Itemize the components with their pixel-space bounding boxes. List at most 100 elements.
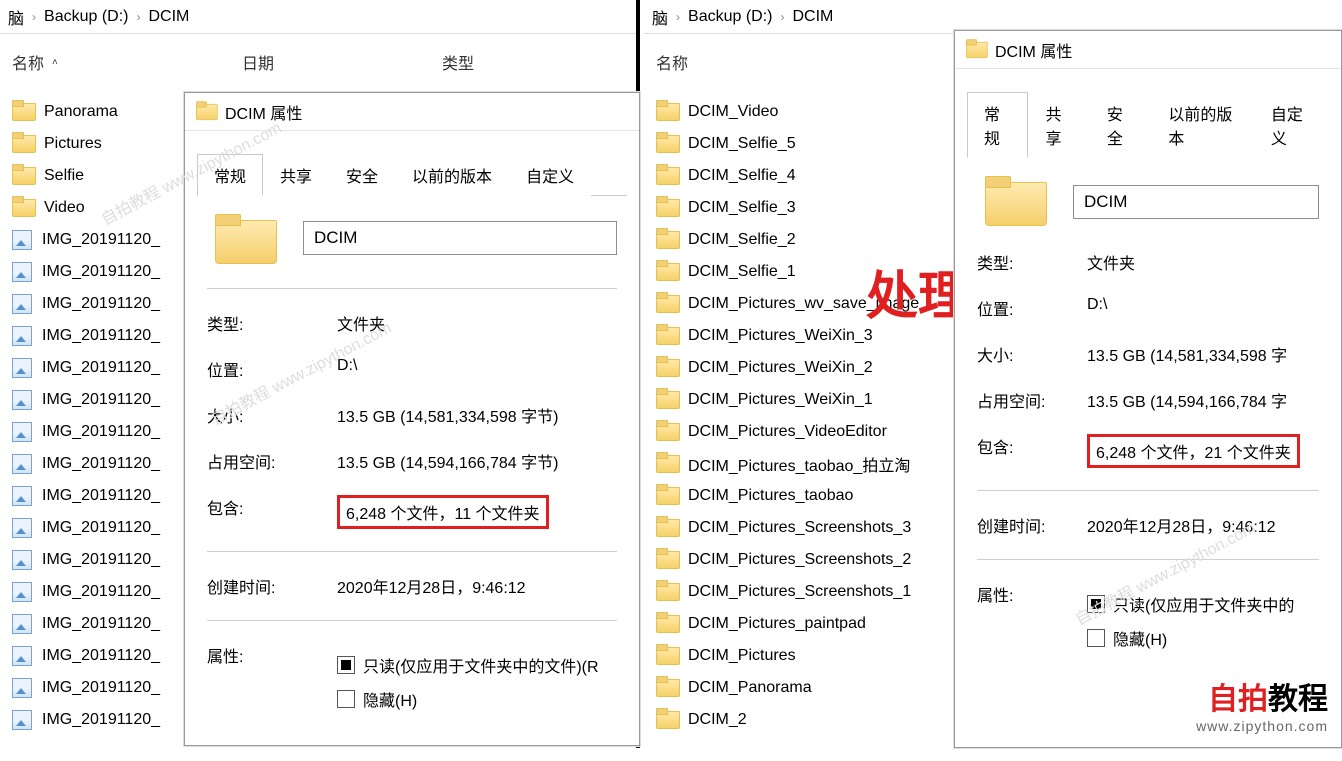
list-item[interactable]: DCIM_Selfie_3 [652, 192, 972, 224]
folder-icon [12, 199, 34, 217]
list-item[interactable]: DCIM_Pictures_WeiXin_2 [652, 352, 972, 384]
image-file-icon [12, 582, 32, 602]
list-item-label: IMG_20191120_ [42, 679, 160, 697]
list-item-label: IMG_20191120_ [42, 295, 160, 313]
list-item-label: DCIM_Selfie_5 [688, 135, 796, 153]
folder-icon [656, 455, 678, 473]
list-item-label: DCIM_Pictures_Screenshots_3 [688, 519, 911, 537]
label-attributes: 属性: [977, 582, 1087, 606]
image-file-icon [12, 230, 32, 250]
image-file-icon [12, 614, 32, 634]
list-item[interactable]: DCIM_2 [652, 704, 972, 736]
list-item[interactable]: DCIM_Selfie_4 [652, 160, 972, 192]
image-file-icon [12, 710, 32, 730]
value-created: 2020年12月28日，9:46:12 [337, 574, 617, 598]
list-item-label: DCIM_Pictures_taobao_拍立淘 [688, 452, 910, 476]
before-panel: 脑 › Backup (D:) › DCIM 名称˄ 日期 类型 Panoram… [0, 0, 640, 748]
breadcrumb-seg[interactable]: DCIM [148, 8, 189, 26]
label-created: 创建时间: [207, 574, 337, 598]
breadcrumb[interactable]: 脑 › Backup (D:) › DCIM [0, 0, 636, 34]
image-file-icon [12, 518, 32, 538]
tab-custom[interactable]: 自定义 [509, 154, 591, 196]
list-item[interactable]: DCIM_Pictures_Screenshots_3 [652, 512, 972, 544]
folder-icon [12, 167, 34, 185]
folder-icon [656, 327, 678, 345]
column-headers: 名称˄ 日期 类型 [0, 34, 636, 82]
breadcrumb-seg[interactable]: 脑 [8, 5, 24, 29]
list-item[interactable]: DCIM_Pictures_Screenshots_2 [652, 544, 972, 576]
image-file-icon [12, 294, 32, 314]
folder-icon [656, 615, 678, 633]
col-name[interactable]: 名称˄ [12, 50, 242, 74]
tab-prev[interactable]: 以前的版本 [395, 154, 509, 196]
image-file-icon [12, 326, 32, 346]
file-list: DCIM_VideoDCIM_Selfie_5DCIM_Selfie_4DCIM… [652, 96, 972, 736]
list-item[interactable]: DCIM_Selfie_2 [652, 224, 972, 256]
image-file-icon [12, 454, 32, 474]
tab-prev[interactable]: 以前的版本 [1151, 92, 1254, 158]
folder-icon [985, 176, 1045, 224]
list-item-label: DCIM_Pictures [688, 647, 796, 665]
list-item-label: IMG_20191120_ [42, 711, 160, 729]
list-item[interactable]: DCIM_Pictures_taobao [652, 480, 972, 512]
breadcrumb-seg[interactable]: 脑 [652, 5, 668, 29]
list-item[interactable]: DCIM_Pictures [652, 640, 972, 672]
col-type[interactable]: 类型 [442, 50, 474, 74]
list-item-label: IMG_20191120_ [42, 455, 160, 473]
label-ondisk: 占用空间: [977, 388, 1087, 412]
image-file-icon [12, 422, 32, 442]
tab-general[interactable]: 常规 [197, 154, 263, 196]
dialog-body: 类型:文件夹 位置:D:\ 大小:13.5 GB (14,581,334,598… [955, 158, 1341, 700]
col-name[interactable]: 名称 [656, 50, 886, 74]
breadcrumb-seg[interactable]: Backup (D:) [44, 8, 128, 26]
list-item[interactable]: DCIM_Pictures_Screenshots_1 [652, 576, 972, 608]
folder-icon [12, 135, 34, 153]
tab-share[interactable]: 共享 [263, 154, 329, 196]
value-type: 文件夹 [337, 311, 617, 335]
folder-icon [656, 423, 678, 441]
divider [207, 288, 617, 289]
list-item-label: DCIM_Selfie_1 [688, 263, 796, 281]
logo: 自拍教程 www.zipython.com [1196, 674, 1328, 734]
folder-icon [215, 214, 275, 262]
list-item-label: DCIM_Panorama [688, 679, 812, 697]
value-location: D:\ [337, 357, 617, 375]
readonly-checkbox[interactable] [1087, 595, 1105, 613]
list-item[interactable]: DCIM_Video [652, 96, 972, 128]
hidden-checkbox[interactable] [337, 690, 355, 708]
list-item[interactable]: DCIM_Pictures_VideoEditor [652, 416, 972, 448]
tab-share[interactable]: 共享 [1028, 92, 1089, 158]
col-date[interactable]: 日期 [242, 50, 442, 74]
label-size: 大小: [207, 403, 337, 427]
list-item[interactable]: DCIM_Panorama [652, 672, 972, 704]
folder-name-input[interactable] [1073, 185, 1319, 219]
breadcrumb-seg[interactable]: Backup (D:) [688, 8, 772, 26]
hidden-checkbox[interactable] [1087, 629, 1105, 647]
tab-security[interactable]: 安全 [1090, 92, 1151, 158]
list-item[interactable]: DCIM_Pictures_WeiXin_1 [652, 384, 972, 416]
tab-general[interactable]: 常规 [967, 92, 1028, 158]
list-item[interactable]: DCIM_Pictures_wv_save_image [652, 288, 972, 320]
value-contains-before: 6,248 个文件，11 个文件夹 [337, 495, 549, 529]
folder-icon [656, 679, 678, 697]
list-item[interactable]: DCIM_Pictures_paintpad [652, 608, 972, 640]
divider [977, 559, 1319, 560]
breadcrumb-seg[interactable]: DCIM [792, 8, 833, 26]
tab-security[interactable]: 安全 [329, 154, 395, 196]
divider [207, 551, 617, 552]
list-item[interactable]: DCIM_Pictures_WeiXin_3 [652, 320, 972, 352]
breadcrumb[interactable]: 脑 › Backup (D:) › DCIM [644, 0, 1342, 34]
list-item-label: Selfie [44, 167, 84, 185]
dialog-titlebar[interactable]: DCIM 属性 [955, 31, 1341, 69]
readonly-checkbox[interactable] [337, 656, 355, 674]
list-item[interactable]: DCIM_Selfie_5 [652, 128, 972, 160]
folder-icon [656, 487, 678, 505]
value-size: 13.5 GB (14,581,334,598 字节) [337, 403, 617, 427]
folder-name-input[interactable] [303, 221, 617, 255]
list-item[interactable]: DCIM_Pictures_taobao_拍立淘 [652, 448, 972, 480]
tab-custom[interactable]: 自定义 [1254, 92, 1329, 158]
list-item-label: Video [44, 199, 85, 217]
dialog-titlebar[interactable]: DCIM 属性 [185, 93, 639, 131]
list-item-label: IMG_20191120_ [42, 519, 160, 537]
list-item[interactable]: DCIM_Selfie_1 [652, 256, 972, 288]
